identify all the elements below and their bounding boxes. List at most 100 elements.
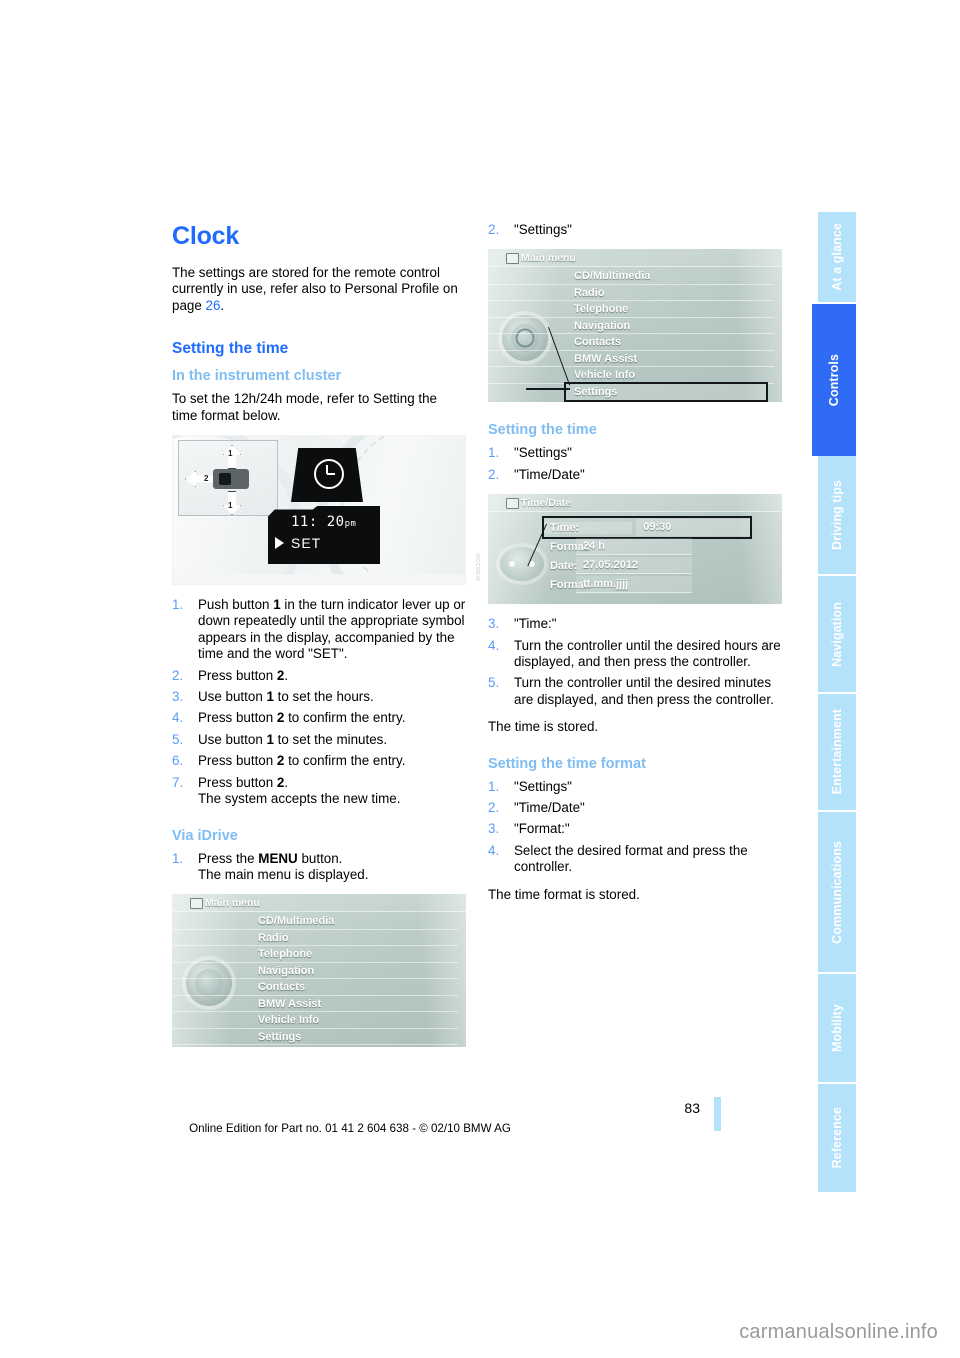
instrument-cluster-intro: To set the 12h/24h mode, refer to Settin… <box>172 391 438 423</box>
sidebar-tab-communications[interactable]: Communications <box>818 812 856 974</box>
idrive-main-menu-screen-right: Main menu CD/Multimedia Radio Telephone Navi… <box>488 249 782 403</box>
page-number: 83 <box>684 1100 700 1116</box>
menu-item-cd-multimedia[interactable]: CD/Multimedia <box>172 913 458 930</box>
menu-item-telephone[interactable]: Telephone <box>488 301 774 318</box>
page-title: Clock <box>172 222 240 250</box>
screen-header-label: Time/Date <box>521 496 571 509</box>
callout-label-2: 2 <box>204 474 209 484</box>
screen-header-label: Main menu <box>521 251 576 264</box>
sidebar-tab-label: Mobility <box>829 1003 844 1053</box>
list-item: Press button 2 to confirm the entry. <box>172 753 406 770</box>
footer-edition-line: Online Edition for Part no. 01 41 2 604 … <box>189 1122 511 1135</box>
menu-item-settings[interactable]: Settings <box>172 1029 458 1046</box>
step2-text: "Settings" <box>514 222 572 237</box>
menu-item-settings[interactable]: Settings <box>564 381 768 403</box>
set-caret-icon <box>275 537 284 550</box>
callout-leader-line-horizontal <box>526 388 570 390</box>
site-watermark: carmanualsonline.info <box>739 1321 938 1343</box>
list-item: Select the desired format and press the … <box>488 842 748 875</box>
page-marker-bar <box>714 1097 721 1131</box>
menu-item-bmw-assist[interactable]: BMW Assist <box>172 996 458 1013</box>
idrive-steps: Press the MENU button. The main menu is d… <box>172 851 466 884</box>
time-date-row-value: 09:30 <box>636 519 750 537</box>
menu-item-contacts[interactable]: Contacts <box>488 334 774 351</box>
cluster-time-readout: 11: 20pm <box>291 514 356 530</box>
sidebar-tab-entertainment[interactable]: Entertainment <box>818 694 856 812</box>
sidebar-tab-controls[interactable]: Controls <box>812 304 856 456</box>
subheading-setting-the-time-idrive: Setting the time <box>488 422 597 439</box>
intro-text-part2: . <box>220 297 225 313</box>
section-tab-rail: At a glance Controls Driving tips Navigatio… <box>812 212 856 1194</box>
menu-item-navigation[interactable]: Navigation <box>172 963 458 980</box>
menu-item-radio[interactable]: Radio <box>172 930 458 947</box>
list-item: Press button 2 to confirm the entry. <box>172 710 406 727</box>
time-date-row-label: Time: <box>544 521 633 534</box>
sidebar-tab-driving-tips[interactable]: Driving tips <box>818 456 856 576</box>
time-date-row[interactable]: Format: 24 h <box>488 537 774 556</box>
left-column: Clock The settings are stored for the re… <box>172 222 480 1059</box>
intro-paragraph: The settings are stored for the remote c… <box>172 265 466 314</box>
menu-item-navigation[interactable]: Navigation <box>488 318 774 335</box>
list-item: Press the MENU button. The main menu is d… <box>172 850 369 882</box>
main-menu-figure-right: Main menu CD/Multimedia Radio Telephone Navi… <box>488 249 782 403</box>
menu-list: CD/Multimedia Radio Telephone Navigation Con… <box>488 267 782 403</box>
cluster-time-value: 11: 20 <box>291 514 345 531</box>
list-item: Push button 1 in the turn indicator leve… <box>172 597 466 662</box>
subheading-via-idrive: Via iDrive <box>172 827 238 844</box>
sidebar-tab-reference[interactable]: Reference <box>818 1084 856 1194</box>
instrument-cluster-steps: Push button 1 in the turn indicator leve… <box>172 597 466 807</box>
sidebar-tab-mobility[interactable]: Mobility <box>818 974 856 1084</box>
menu-item-contacts[interactable]: Contacts <box>172 979 458 996</box>
sidebar-tab-navigation[interactable]: Navigation <box>818 576 856 694</box>
cluster-base <box>173 574 465 585</box>
right-column: "Settings" Main menu CD/Multimedia Radio Te… <box>488 222 782 914</box>
time-date-row[interactable]: Format: tt.mm.jjjj <box>488 575 774 594</box>
sidebar-tab-label: Reference <box>829 1107 844 1169</box>
menu-item-radio[interactable]: Radio <box>488 285 774 302</box>
list-item: "Format:" <box>488 821 570 838</box>
sidebar-tab-label: Controls <box>826 353 841 407</box>
callout-label-1: 1 <box>228 449 233 459</box>
list-item: "Settings" <box>488 445 572 462</box>
turn-indicator-lever-inset: 1 1 2 <box>178 440 278 517</box>
instrument-cluster-figure: 1 1 2 11: 20pm SET WOCWEW <box>172 435 480 586</box>
menu-item-vehicle-info[interactable]: Vehicle Info <box>172 1012 458 1029</box>
menu-item-telephone[interactable]: Telephone <box>172 946 458 963</box>
menu-header-icon <box>506 253 519 265</box>
idrive-main-menu-screen-left: Main menu CD/Multimedia Radio Telephone Navi… <box>172 894 466 1048</box>
list-item: "Settings" <box>488 778 572 796</box>
list-item: "Settings" <box>488 222 782 239</box>
screen-header: Main menu <box>172 894 466 913</box>
menu-item-cd-multimedia[interactable]: CD/Multimedia <box>488 268 774 285</box>
clock-header-icon <box>506 498 519 510</box>
time-date-row[interactable]: Time: 09:30 <box>542 516 752 540</box>
list-item: Turn the controller until the desired mi… <box>488 675 774 707</box>
list-item: Use button 1 to set the hours. <box>172 689 374 706</box>
cluster-set-label: SET <box>291 535 322 552</box>
time-date-figure: Time/Date Time: 09:30 Format: 24 h Date: 27.05… <box>488 494 782 605</box>
time-date-row-value: tt.mm.jjjj <box>576 576 692 594</box>
list-item: "Time/Date" <box>488 800 585 817</box>
list-item: "Time:" <box>488 616 557 633</box>
list-item: "Time/Date" <box>488 466 585 484</box>
heading-setting-the-time: Setting the time <box>172 340 289 358</box>
manual-page: At a glance Controls Driving tips Navigatio… <box>0 0 960 1358</box>
sidebar-tab-label: Navigation <box>829 601 844 667</box>
page-cross-reference-link[interactable]: 26 <box>206 298 221 313</box>
list-item: Press button 2. The system accepts the ne… <box>172 774 401 807</box>
cluster-time-ampm: pm <box>344 519 357 530</box>
time-date-row-value: 27.05.2012 <box>576 557 692 575</box>
time-format-stored-note: The time format is stored. <box>488 886 640 902</box>
subheading-in-the-instrument-cluster: In the instrument cluster <box>172 368 342 385</box>
instrument-cluster-illustration: 1 1 2 11: 20pm SET <box>172 435 466 586</box>
menu-item-bmw-assist[interactable]: BMW Assist <box>488 351 774 368</box>
menu-item-vehicle-info[interactable]: Vehicle Info <box>488 367 774 384</box>
settings-step-list: "Settings" <box>488 222 782 239</box>
clock-icon <box>314 459 344 490</box>
setting-time-steps-b: "Time:" Turn the controller until the des… <box>488 616 782 708</box>
menu-header-icon <box>190 898 203 910</box>
screen-header-label: Main menu <box>205 896 260 909</box>
main-menu-figure-left: Main menu CD/Multimedia Radio Telephone Navi… <box>172 894 466 1048</box>
sidebar-tab-at-a-glance[interactable]: At a glance <box>818 212 856 304</box>
menu-list: CD/Multimedia Radio Telephone Navigation Con… <box>172 912 466 1047</box>
